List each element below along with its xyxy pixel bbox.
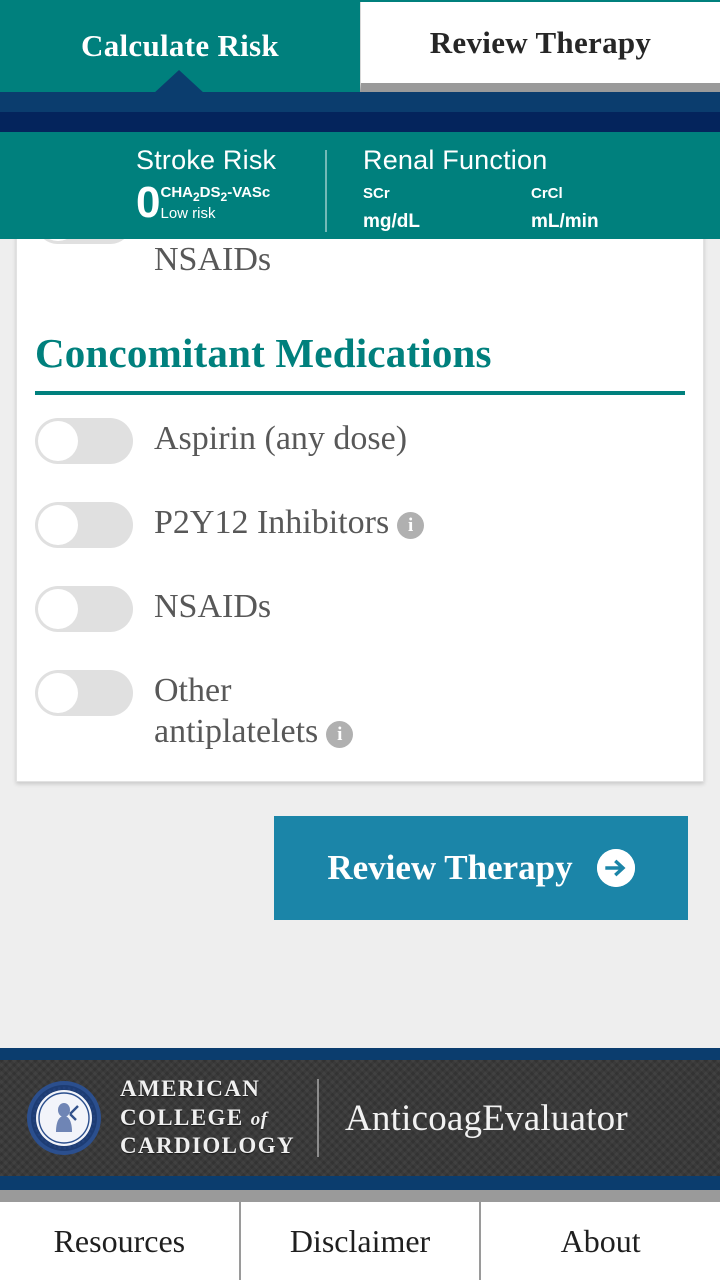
tab-calculate-risk-label: Calculate Risk [81,28,279,63]
acc-line-3: CARDIOLOGY [120,1133,296,1159]
other-antiplatelets-label: Other antiplatelets i [154,663,404,753]
medication-row-other-antiplatelets[interactable]: Other antiplatelets i [17,663,703,753]
renal-values-grid: SCr mg/dL CrCl mL/min [363,185,720,234]
bottom-nav-item-disclaimer[interactable]: Disclaimer [240,1202,480,1280]
active-tab-pointer-icon [153,70,205,94]
nav-stripe-lower [0,112,720,132]
toggle-knob [38,672,78,713]
scr-item: SCr mg/dL [363,185,531,234]
crcl-item: CrCl mL/min [531,185,699,234]
toggle-knob [38,420,78,461]
footer-grey-strip [0,1190,720,1202]
toggle-knob [38,588,78,629]
acc-line-2: COLLEGE of [120,1104,268,1130]
bottom-nav-label-resources: Resources [53,1222,186,1259]
bottom-nav-label-about: About [560,1222,641,1259]
app-name: AnticoagEvaluator [345,1097,628,1139]
nav-stripe-upper [0,92,720,112]
tab-bar: Calculate Risk Review Therapy [0,0,720,94]
footer-bottom-stripe [0,1176,720,1190]
footer-divider [317,1079,320,1157]
antiplatelet-nsaid-label: Currently taking antiplatelet drugs or N… [154,241,272,279]
stroke-risk-title: Stroke Risk [136,145,277,175]
toggle-knob [38,504,78,545]
renal-function-title: Renal Function [363,145,548,175]
cha2ds2vasc-score: 0 [136,178,161,228]
medications-list: Aspirin (any dose) P2Y12 Inhibitors i NSA… [17,395,703,753]
tab-review-therapy-label: Review Therapy [429,24,652,60]
stroke-risk-summary[interactable]: Stroke Risk 0 CHA2DS2-VASc Low risk [0,145,325,228]
form-content[interactable]: Currently taking antiplatelet drugs or N… [0,239,720,1048]
aspirin-toggle[interactable] [35,417,133,464]
medication-row-p2y12[interactable]: P2Y12 Inhibitors i [17,495,703,579]
review-therapy-button[interactable]: Review Therapy [274,815,688,920]
summary-header: Stroke Risk 0 CHA2DS2-VASc Low risk Rena… [0,132,720,239]
medication-row-aspirin[interactable]: Aspirin (any dose) [17,411,703,495]
medications-card: Currently taking antiplatelet drugs or N… [16,239,704,782]
bottom-nav-label-disclaimer: Disclaimer [289,1222,431,1259]
stroke-score-meta: CHA2DS2-VASc Low risk [160,183,270,222]
scr-label: SCr [363,185,390,203]
toggle-knob [38,239,78,241]
tab-review-therapy[interactable]: Review Therapy [360,2,720,92]
primary-button-wrap: Review Therapy [16,815,704,920]
nsaids-label: NSAIDs [154,587,272,625]
medication-row-nsaids[interactable]: NSAIDs [17,579,703,663]
bottom-nav-item-resources[interactable]: Resources [0,1202,239,1280]
app-root: Calculate Risk Review Therapy Stroke Ris… [0,0,720,1280]
review-therapy-button-label: Review Therapy [327,847,573,887]
bottom-nav-item-about[interactable]: About [481,1202,720,1280]
cha2ds2vasc-label: CHA2DS2-VASc [160,184,271,205]
acc-line-1: AMERICAN [120,1075,261,1101]
renal-function-summary[interactable]: Renal Function SCr mg/dL CrCl mL/min [327,146,720,234]
aspirin-label: Aspirin (any dose) [154,419,408,457]
nsaids-toggle[interactable] [35,585,133,632]
section-title: Concomitant Medications [35,329,492,376]
stroke-score-row: 0 CHA2DS2-VASc Low risk [136,178,325,228]
scr-unit: mg/dL [363,211,420,233]
bottom-nav: Resources Disclaimer About [0,1202,720,1280]
other-antiplatelets-toggle[interactable] [35,669,133,716]
acc-seal-logo-icon [27,1081,101,1155]
stroke-risk-level: Low risk [160,204,216,222]
concomitant-medications-section: Concomitant Medications [17,281,703,395]
info-icon[interactable]: i [326,721,354,749]
p2y12-label: P2Y12 Inhibitors i [154,495,425,543]
footer-top-stripe [0,1048,720,1060]
arrow-right-circle-icon [596,848,635,887]
crcl-unit: mL/min [531,211,599,233]
crcl-label: CrCl [531,185,563,203]
p2y12-toggle[interactable] [35,501,133,548]
footer-branding: AMERICAN COLLEGE of CARDIOLOGY AnticoagE… [0,1060,720,1176]
acc-wordmark: AMERICAN COLLEGE of CARDIOLOGY [120,1075,295,1162]
info-icon[interactable]: i [397,511,425,539]
antiplatelet-nsaid-row[interactable]: Currently taking antiplatelet drugs or N… [17,239,703,281]
antiplatelet-nsaid-toggle[interactable] [35,239,133,244]
